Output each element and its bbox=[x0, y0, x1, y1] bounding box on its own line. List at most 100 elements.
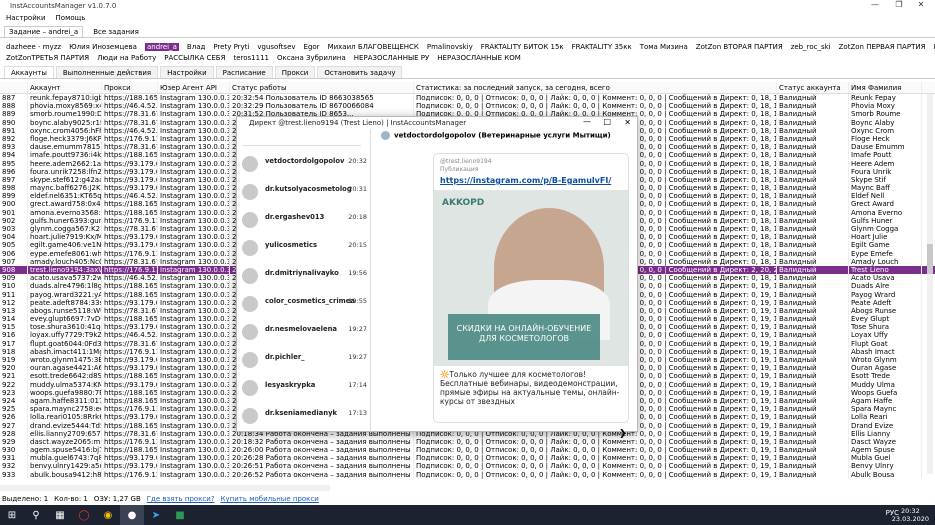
maximize-icon[interactable]: ❐ bbox=[889, 0, 909, 9]
table-row[interactable]: 929dasct.wayze2065:mNuPkBhttps://176.9.1… bbox=[0, 437, 935, 447]
total-count: Кол-во: 1 bbox=[54, 495, 88, 503]
thread-item[interactable]: yulicosmetics 20:15 bbox=[237, 235, 370, 261]
group-item[interactable]: Egor bbox=[304, 43, 320, 51]
group-item[interactable]: Оксана Зубрилина bbox=[277, 54, 346, 62]
avatar bbox=[242, 184, 258, 200]
send-arrow-icon[interactable]: ❯ bbox=[619, 429, 627, 439]
group-item[interactable]: Юлия Иноземцева bbox=[69, 43, 137, 51]
cell-acs: Валидный bbox=[777, 274, 849, 283]
group-item[interactable]: НЕРАЗОСЛАННЫЕ РУ bbox=[354, 54, 429, 62]
table-row[interactable]: 933abulk.bousa9412:h8dMhttps://176.9.114… bbox=[0, 470, 935, 479]
cell-acs: Валидный bbox=[777, 102, 849, 111]
table-row[interactable]: 888phovia.moxy8569:x4eyzQhttps://46.4.52… bbox=[0, 102, 935, 111]
telegram-icon[interactable]: ➤ bbox=[144, 505, 168, 525]
horizontal-scrollbar[interactable] bbox=[0, 485, 330, 491]
cell-proxy: https://93.179.69.109... bbox=[102, 454, 158, 463]
cell-name: Trest Lieno bbox=[849, 265, 922, 275]
post-link[interactable]: https://instagram.com/p/B-EgamulvFI/ bbox=[440, 176, 611, 185]
column-header[interactable]: Статистика: за последний запуск, за сего… bbox=[414, 82, 777, 93]
cell-acs: Валидный bbox=[777, 167, 849, 176]
group-item[interactable]: teros1111 bbox=[233, 54, 269, 62]
group-item[interactable]: andrei_a bbox=[144, 43, 179, 51]
table-row[interactable]: 931mubla.guel6743:7q83qXhttps://93.179.6… bbox=[0, 454, 935, 463]
group-item[interactable]: FRAKTALITY 35кк bbox=[572, 43, 632, 51]
menu-help[interactable]: Помощь bbox=[56, 14, 86, 22]
table-row[interactable]: 932benvy.ulnry1429:a5qTWWhttps://93.179.… bbox=[0, 462, 935, 471]
column-header[interactable] bbox=[0, 82, 28, 93]
tab-current-task[interactable]: Задание – andrei_a bbox=[4, 26, 84, 37]
opera-icon[interactable]: ◯ bbox=[72, 505, 96, 525]
thread-item[interactable]: dr.kseniamedianyk 17:13 bbox=[237, 403, 370, 429]
group-item[interactable]: Влад bbox=[187, 43, 205, 51]
group-item[interactable]: ZotZonТРЕТЬЯ ПАРТИЯ bbox=[6, 54, 89, 62]
thread-item[interactable]: lesyaskrypka 17:14 bbox=[237, 375, 370, 401]
column-header[interactable]: Статус работы bbox=[230, 82, 414, 93]
group-item[interactable]: ZotZon ВТОРАЯ ПАРТИЯ bbox=[696, 43, 783, 51]
cell-acs: Валидный bbox=[777, 233, 849, 242]
group-item[interactable]: Михаил БЛАГОВЕЩЕНСК bbox=[328, 43, 419, 51]
thread-name: lesyaskrypka bbox=[265, 381, 316, 389]
clock[interactable]: 20:32 23.03.2020 bbox=[892, 507, 929, 523]
cell-name: Drand Evize bbox=[849, 421, 922, 430]
minimize-icon[interactable]: — bbox=[583, 117, 591, 126]
cell-n: 917 bbox=[0, 339, 28, 348]
cell-name: Gulfs Huner bbox=[849, 216, 922, 225]
calculator-icon[interactable]: ▦ bbox=[48, 505, 72, 525]
thread-item[interactable]: vetdoctordolgopolov 20:32 bbox=[237, 151, 370, 177]
column-header[interactable]: Имя Фамилия bbox=[849, 82, 922, 93]
table-row[interactable]: 887reunk.fepay8710:igbwkK5https://188.16… bbox=[0, 94, 935, 103]
cell-ua: Instagram 130.0.0.31.121 A... bbox=[158, 470, 230, 479]
group-item[interactable]: ZotZon ПЕРВАЯ ПАРТИЯ bbox=[839, 43, 926, 51]
group-item[interactable]: vgusoftsev bbox=[257, 43, 295, 51]
thread-item[interactable]: dr.dmitriynalivayko 19:56 bbox=[237, 263, 370, 289]
chrome-icon[interactable]: ◉ bbox=[96, 505, 120, 525]
cell-name: Glynm Cogga bbox=[849, 225, 922, 234]
minimize-icon[interactable]: — bbox=[865, 0, 885, 9]
thread-item[interactable]: color_cosmetics_crimea 19:55 bbox=[237, 291, 370, 317]
group-item[interactable]: zeb_roc_ski bbox=[791, 43, 831, 51]
group-item[interactable]: Тома Мизина bbox=[640, 43, 688, 51]
main-tab[interactable]: Настройки bbox=[160, 66, 214, 78]
cell-ua: Instagram 130.0.0.31.121 A... bbox=[158, 200, 230, 209]
menu-settings[interactable]: Настройки bbox=[6, 14, 46, 22]
column-header[interactable]: Прокси bbox=[102, 82, 158, 93]
group-item[interactable]: РАССЫЛКА СЕБЯ bbox=[164, 54, 225, 62]
windows-start-icon[interactable]: ⊞ bbox=[0, 505, 24, 525]
proxy-link[interactable]: Где взять прокси? bbox=[147, 495, 215, 505]
group-item[interactable]: dazheee - myzz bbox=[6, 43, 61, 51]
group-item[interactable]: НЕРАЗОСЛАННЫЕ КОМ bbox=[437, 54, 521, 62]
app-icon[interactable]: ● bbox=[120, 505, 144, 525]
column-header[interactable]: Аккаунт bbox=[28, 82, 102, 93]
excel-icon[interactable]: ■ bbox=[168, 505, 192, 525]
group-item[interactable]: Люди на Работу bbox=[97, 54, 156, 62]
buy-proxy-link[interactable]: Купить мобильные прокси bbox=[221, 495, 319, 505]
cell-acs: Валидный bbox=[777, 175, 849, 185]
main-tab[interactable]: Аккаунты bbox=[4, 66, 54, 78]
search-icon[interactable]: ⚲ bbox=[24, 505, 48, 525]
thread-item[interactable]: dr.kutsolyacosmetolog 20:31 bbox=[237, 179, 370, 205]
group-item[interactable]: Pmalinovskiy bbox=[427, 43, 473, 51]
main-tab[interactable]: Прокси bbox=[274, 66, 316, 78]
table-row[interactable]: 930agem.spuse5416:bj7jG9vhttps://188.165… bbox=[0, 446, 935, 455]
group-item[interactable]: FRAKTALITY БИТОК 15к bbox=[481, 43, 564, 51]
group-item[interactable]: Prety Pryti bbox=[213, 43, 249, 51]
thread-item[interactable]: dr.nesmelovaelena 19:27 bbox=[237, 319, 370, 345]
close-icon[interactable]: ✕ bbox=[911, 0, 931, 9]
column-header[interactable]: Статус аккаунта bbox=[777, 82, 849, 93]
cell-st: 20:26:00 Работа окончена – задания выпол… bbox=[230, 446, 414, 455]
thread-search[interactable] bbox=[243, 137, 361, 146]
cell-proxy: https://176.9.114.177... bbox=[102, 265, 158, 275]
main-tab[interactable]: Расписание bbox=[215, 66, 273, 78]
column-header[interactable]: Юзер Агент API bbox=[158, 82, 230, 93]
main-tab[interactable]: Остановить задачу bbox=[317, 66, 403, 78]
vertical-scrollbar[interactable] bbox=[927, 94, 933, 474]
maximize-icon[interactable]: □ bbox=[603, 117, 611, 126]
thread-item[interactable]: dr.ergashev013 20:18 bbox=[237, 207, 370, 233]
post-image[interactable]: AKKOPD СКИДКИ НА ОНЛАЙН-ОБУЧЕНИЕ ДЛЯ КОС… bbox=[434, 190, 628, 366]
close-icon[interactable]: ✕ bbox=[624, 118, 631, 127]
cell-proxy: https://46.4.52.109:55... bbox=[104, 192, 158, 201]
cell-n: 889 bbox=[0, 110, 28, 119]
main-tab[interactable]: Выполненные действия bbox=[55, 66, 159, 78]
thread-item[interactable]: dr.pichler_ 19:27 bbox=[237, 347, 370, 373]
tab-all-tasks[interactable]: Все задания bbox=[89, 27, 143, 37]
